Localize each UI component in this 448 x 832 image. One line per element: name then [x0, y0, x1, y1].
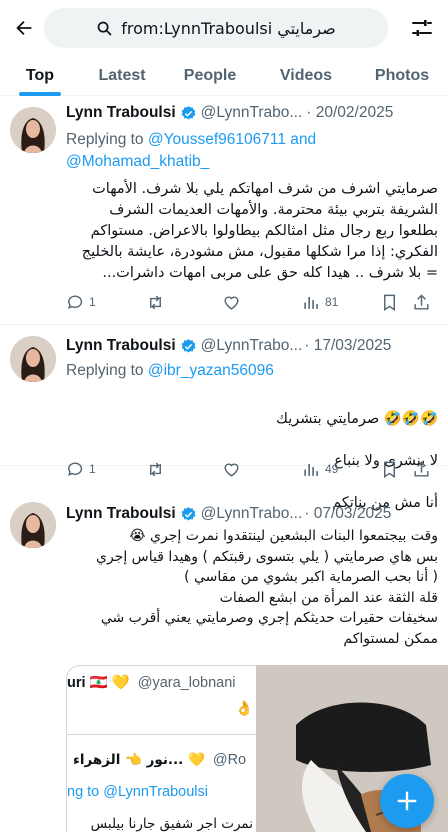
search-query: from:LynnTraboulsi صرمايتي — [121, 18, 336, 38]
verified-icon — [181, 506, 196, 521]
author-handle[interactable]: @LynnTrabo... — [201, 337, 303, 355]
author-name[interactable]: Lynn Traboulsi — [66, 337, 176, 355]
tab-label: People — [183, 67, 237, 84]
mention-link[interactable]: @ibr_yazan56096 — [148, 362, 274, 379]
quoted-emoji-row: 👌 — [234, 701, 253, 717]
quoted-author-handle: @yara_lobnani — [137, 675, 236, 691]
quoted-header-2: نور 👈 الزهراء... 💛 @Ro — [73, 752, 246, 768]
top-bar: from:LynnTraboulsi صرمايتي — [0, 0, 448, 56]
view-count: 49 — [325, 462, 339, 476]
quoted-divider — [67, 734, 256, 735]
tab-label: Latest — [98, 67, 146, 84]
reply-icon — [68, 461, 83, 476]
reply-button[interactable]: 1 — [66, 460, 96, 479]
like-icon — [224, 463, 239, 477]
replying-prefix: Replying to — [66, 131, 148, 148]
tab-top[interactable]: Top — [0, 56, 80, 96]
tab-people[interactable]: People — [164, 56, 256, 96]
views-button[interactable]: 81 — [302, 293, 338, 312]
mention-link[interactable]: @Youssef96106711 — [148, 131, 286, 148]
quoted-reply-author: نور 👈 الزهراء... 💛 — [73, 752, 205, 768]
like-button[interactable] — [222, 460, 241, 479]
views-icon — [304, 296, 318, 309]
author-handle[interactable]: @LynnTrabo... — [201, 104, 303, 122]
views-icon — [304, 463, 318, 476]
bookmark-icon — [384, 294, 395, 311]
tweet[interactable]: Lynn Traboulsi @LynnTrabo... · 20/02/202… — [0, 97, 448, 325]
quoted-replying-to: ng to @LynnTraboulsi — [67, 784, 208, 800]
filter-icon — [412, 20, 432, 36]
tab-videos[interactable]: Videos — [256, 56, 356, 96]
verified-icon — [181, 338, 196, 353]
tweet-content: Lynn Traboulsi @LynnTrabo... · 07/03/202… — [66, 504, 438, 649]
tweet-text: وقت بيجتمعوا البنات البشعين لينتقدوا نمر… — [95, 528, 438, 647]
tweet-text-line: 🤣🤣🤣 صرمايتي بتشريك — [276, 411, 438, 427]
reply-count: 1 — [89, 295, 96, 309]
tab-label: Photos — [374, 67, 430, 84]
tweet-date[interactable]: · 20/02/2025 — [306, 104, 393, 122]
tweet-header: Lynn Traboulsi @LynnTrabo... · 20/02/202… — [66, 103, 438, 123]
replying-and: and — [286, 131, 317, 148]
tab-label: Top — [25, 67, 55, 84]
quoted-author-name: uri 🇱🇧 💛 — [67, 675, 130, 691]
share-button[interactable] — [412, 460, 431, 479]
retweet-icon — [150, 462, 161, 476]
share-icon — [414, 460, 429, 477]
mention-link[interactable]: @Mohamad_khatib_ — [66, 153, 209, 170]
search-tabs: Top Latest People Videos Photos — [0, 56, 448, 96]
view-count: 81 — [325, 295, 339, 309]
tweet-text: صرمايتي اشرف من شرف امهاتكم يلي بلا شرف.… — [81, 181, 438, 281]
tweet-actions: 1 81 — [0, 291, 448, 313]
quoted-reply-handle: @Ro — [212, 752, 247, 768]
author-name[interactable]: Lynn Traboulsi — [66, 505, 176, 523]
author-handle[interactable]: @LynnTrabo... — [201, 505, 303, 523]
tweet-date[interactable]: · 17/03/2025 — [304, 337, 391, 355]
share-icon — [414, 293, 429, 310]
back-button[interactable] — [10, 14, 38, 42]
tweet-actions: 1 49 — [0, 458, 448, 480]
views-button[interactable]: 49 — [302, 460, 338, 479]
tweet-date[interactable]: · 07/03/2025 — [304, 505, 391, 523]
share-button[interactable] — [412, 293, 431, 312]
replying-to: Replying to @ibr_yazan56096 — [66, 360, 438, 382]
replying-to: Replying to @Youssef96106711 and @Mohama… — [66, 129, 438, 173]
compose-button[interactable] — [380, 774, 434, 828]
bookmark-icon — [384, 461, 395, 478]
back-arrow-icon — [16, 20, 32, 36]
retweet-button[interactable] — [146, 293, 165, 312]
reply-icon — [68, 294, 83, 309]
quoted-tweet[interactable]: uri 🇱🇧 💛 @yara_lobnani 👌 نور 👈 الزهراء..… — [66, 665, 256, 832]
tweet-header: Lynn Traboulsi @LynnTrabo... · 17/03/202… — [66, 336, 438, 356]
search-input[interactable]: from:LynnTraboulsi صرمايتي — [44, 8, 388, 48]
search-filter-button[interactable] — [410, 16, 434, 40]
avatar[interactable] — [10, 336, 56, 382]
bookmark-button[interactable] — [380, 460, 399, 479]
tweet-content: Lynn Traboulsi @LynnTrabo... · 20/02/202… — [66, 103, 438, 284]
author-name[interactable]: Lynn Traboulsi — [66, 104, 176, 122]
tab-label: Videos — [279, 67, 333, 84]
reply-count: 1 — [89, 462, 96, 476]
active-tab-indicator — [19, 92, 61, 96]
tweet[interactable]: Lynn Traboulsi @LynnTrabo... · 17/03/202… — [0, 326, 448, 511]
quoted-replying-text: ng to @LynnTraboulsi — [67, 784, 208, 800]
avatar[interactable] — [10, 502, 56, 548]
tweet-header: Lynn Traboulsi @LynnTrabo... · 07/03/202… — [66, 504, 438, 524]
avatar[interactable] — [10, 107, 56, 153]
like-button[interactable] — [222, 293, 241, 312]
tab-photos[interactable]: Photos — [356, 56, 448, 96]
like-icon — [224, 296, 239, 310]
tab-latest[interactable]: Latest — [80, 56, 164, 96]
quoted-header: uri 🇱🇧 💛 @yara_lobnani — [67, 674, 236, 691]
verified-icon — [181, 105, 196, 120]
retweet-button[interactable] — [146, 460, 165, 479]
bookmark-button[interactable] — [380, 293, 399, 312]
reply-button[interactable]: 1 — [66, 293, 96, 312]
replying-prefix: Replying to — [66, 362, 148, 379]
retweet-icon — [150, 295, 161, 309]
compose-plus-icon — [397, 791, 417, 811]
search-icon — [97, 21, 112, 35]
quoted-text: نمرت اجر شفيق جارنا بيلبس — [90, 816, 253, 832]
